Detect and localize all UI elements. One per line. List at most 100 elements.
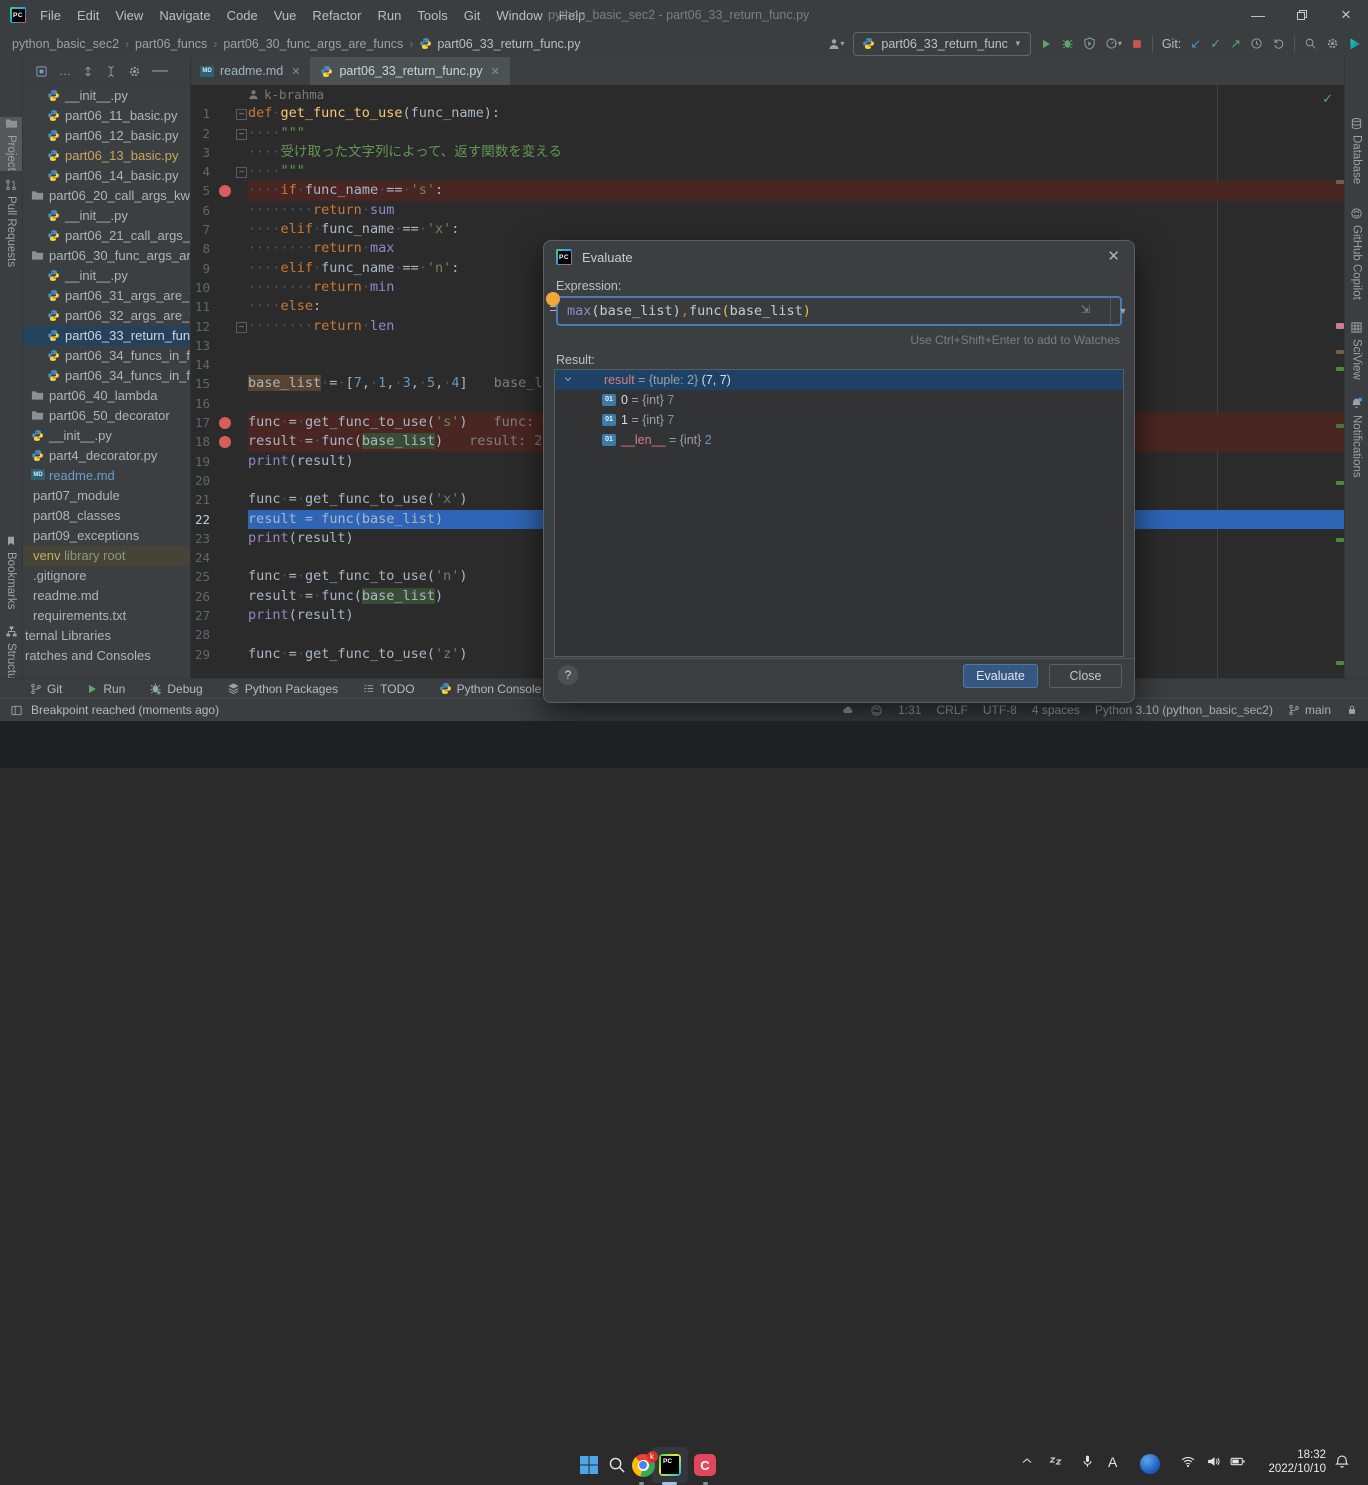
line-number[interactable]: 20	[190, 471, 210, 490]
tree-item[interactable]: part06_20_call_args_kwargs	[23, 186, 190, 206]
status-segment-main[interactable]: main	[1288, 703, 1331, 717]
stripe-mark[interactable]	[1336, 481, 1344, 485]
close-dialog-button[interactable]: Close	[1049, 664, 1122, 688]
expression-history-dropdown[interactable]: ▼	[1110, 298, 1135, 324]
more-options-icon[interactable]: …	[59, 64, 71, 78]
expand-all-icon[interactable]	[82, 65, 94, 78]
sidebar-item-project[interactable]: Project	[0, 117, 22, 171]
tree-item[interactable]: venv library root	[23, 546, 190, 566]
run-button[interactable]	[1040, 38, 1052, 50]
locate-file-icon[interactable]	[35, 65, 48, 78]
line-number[interactable]: 19	[190, 452, 210, 471]
line-number[interactable]: 2	[190, 124, 210, 143]
line-number[interactable]: 11	[190, 297, 210, 316]
stripe-mark[interactable]	[1336, 538, 1344, 542]
tray-ime-button[interactable]: A	[1108, 1454, 1117, 1470]
fold-toggle-icon[interactable]: –	[236, 109, 247, 120]
tab-readme-md[interactable]: MDreadme.md✕	[190, 57, 310, 85]
tree-item[interactable]: ternal Libraries	[23, 626, 190, 646]
line-number[interactable]: 8	[190, 239, 210, 258]
result-row[interactable]: 01__len__ = {int} 2	[555, 430, 1123, 450]
line-number[interactable]: 26	[190, 587, 210, 606]
tree-item[interactable]: part06_40_lambda	[23, 386, 190, 406]
chrome-app-button[interactable]: k	[630, 1452, 656, 1478]
coverage-button[interactable]	[1083, 37, 1096, 50]
sidebar-item-sciview[interactable]: SciView	[1345, 321, 1368, 380]
dialog-title-bar[interactable]: PC Evaluate	[556, 249, 633, 265]
status-segment-crlf[interactable]: CRLF	[936, 703, 967, 717]
collapse-all-icon[interactable]	[105, 65, 117, 78]
settings-gear-icon[interactable]	[128, 65, 141, 78]
tree-item[interactable]: part06_30_func_args_are_fu	[23, 246, 190, 266]
tree-item[interactable]: part06_21_call_args_kwa	[23, 226, 190, 246]
status-segment[interactable]	[870, 704, 883, 717]
tree-item[interactable]: __init__.py	[23, 86, 190, 106]
evaluate-button[interactable]: Evaluate	[963, 664, 1038, 688]
status-message[interactable]: Breakpoint reached (moments ago)	[31, 703, 219, 717]
line-number[interactable]: 9	[190, 259, 210, 278]
tree-item[interactable]: requirements.txt	[23, 606, 190, 626]
help-button[interactable]: ?	[558, 665, 578, 685]
menu-git[interactable]: Git	[456, 0, 489, 30]
minimize-button[interactable]: —	[1236, 0, 1280, 30]
tree-item[interactable]: __init__.py	[23, 266, 190, 286]
line-number[interactable]: 7	[190, 220, 210, 239]
breadcrumb-item[interactable]: part06_30_func_args_are_funcs	[223, 37, 403, 51]
intention-bulb-icon[interactable]	[546, 292, 560, 306]
ide-settings-button[interactable]	[1326, 37, 1339, 50]
stripe-mark[interactable]	[1336, 367, 1344, 371]
search-everywhere-button[interactable]	[1304, 37, 1317, 50]
profiler-button[interactable]: ▾	[1105, 37, 1122, 50]
tree-item[interactable]: part06_13_basic.py	[23, 146, 190, 166]
tree-item[interactable]: part06_50_decorator	[23, 406, 190, 426]
breadcrumb-item[interactable]: python_basic_sec2	[12, 37, 119, 51]
code-line[interactable]: 2–····"""	[190, 124, 1345, 143]
menu-vue[interactable]: Vue	[266, 0, 305, 30]
menu-window[interactable]: Window	[488, 0, 550, 30]
menu-code[interactable]: Code	[219, 0, 266, 30]
debug-button[interactable]	[1061, 37, 1074, 50]
line-number[interactable]: 17	[190, 413, 210, 432]
tree-item[interactable]: part06_14_basic.py	[23, 166, 190, 186]
code-line[interactable]: 5····if·func_name·==·'s':	[190, 181, 1345, 200]
status-segment-1-31[interactable]: 1:31	[898, 703, 921, 717]
close-button[interactable]: ×	[1324, 0, 1368, 30]
line-number[interactable]: 25	[190, 567, 210, 586]
toolwindow-button-run[interactable]: Run	[86, 682, 125, 696]
status-segment[interactable]	[841, 704, 855, 716]
tray-notifications-button[interactable]	[1334, 1454, 1350, 1470]
history-button[interactable]	[1250, 37, 1263, 50]
tray-battery-button[interactable]	[1230, 1454, 1246, 1469]
line-number[interactable]: 16	[190, 394, 210, 413]
menu-refactor[interactable]: Refactor	[304, 0, 369, 30]
tree-item[interactable]: part06_34_funcs_in_fun	[23, 346, 190, 366]
close-tab-icon[interactable]: ✕	[291, 65, 300, 78]
line-number[interactable]: 6	[190, 201, 210, 220]
tray-assistant-button[interactable]	[1140, 1454, 1160, 1474]
hide-panel-icon[interactable]: —	[152, 62, 168, 80]
breakpoint-dot[interactable]	[219, 417, 231, 429]
status-segment-utf-8[interactable]: UTF-8	[983, 703, 1017, 717]
result-tree[interactable]: result = {tuple: 2} (7, 7)010 = {int} 70…	[554, 369, 1124, 657]
result-row[interactable]: 011 = {int} 7	[555, 410, 1123, 430]
tray-mic-button[interactable]	[1080, 1454, 1095, 1469]
tray-volume-button[interactable]	[1206, 1454, 1221, 1469]
stripe-mark[interactable]	[1336, 180, 1344, 184]
clipchamp-app-button[interactable]: C	[692, 1452, 718, 1478]
line-number[interactable]: 22	[190, 510, 210, 529]
start-button[interactable]	[576, 1452, 602, 1478]
result-row[interactable]: result = {tuple: 2} (7, 7)	[555, 370, 1123, 390]
line-number[interactable]: 21	[190, 490, 210, 509]
fold-toggle-icon[interactable]: –	[236, 129, 247, 140]
expand-editor-icon[interactable]: ⇲	[1081, 303, 1090, 316]
tool-windows-icon[interactable]	[10, 704, 23, 717]
tree-item[interactable]: part06_32_args_are_fun	[23, 306, 190, 326]
line-number[interactable]: 5	[190, 181, 210, 200]
fold-toggle-icon[interactable]: –	[236, 167, 247, 178]
code-line[interactable]: 1–def·get_func_to_use(func_name):	[190, 104, 1345, 123]
line-number[interactable]: 28	[190, 625, 210, 644]
toolwindow-button-python-packages[interactable]: Python Packages	[227, 682, 338, 696]
tree-item[interactable]: part06_11_basic.py	[23, 106, 190, 126]
sidebar-item-notifications[interactable]: Notifications	[1345, 397, 1368, 478]
tree-item[interactable]: part4_decorator.py	[23, 446, 190, 466]
